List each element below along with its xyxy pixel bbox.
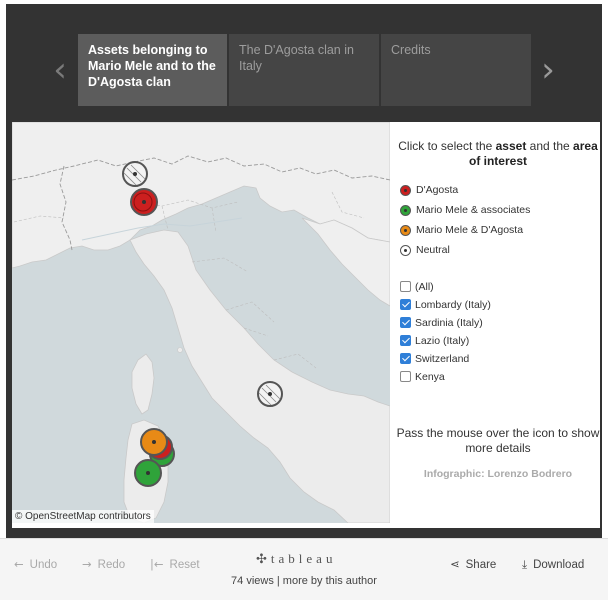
- filter-label: Switzerland: [415, 353, 470, 365]
- instruction-text-mid: and the: [526, 139, 574, 153]
- legend-panel: Click to select the asset and the area o…: [396, 122, 600, 523]
- filter-label: Lazio (Italy): [415, 335, 470, 347]
- reset-icon: |←: [150, 557, 164, 571]
- dashboard: © OpenStreetMap contributors Click to se…: [12, 122, 600, 528]
- chevron-left-icon[interactable]: ‹: [50, 52, 70, 88]
- share-icon: ⋖: [450, 557, 460, 571]
- filter-label: Kenya: [415, 371, 445, 383]
- legend-label: Mario Mele & D'Agosta: [416, 224, 524, 236]
- instruction-text: Click to select the: [398, 139, 496, 153]
- story-navigator: ‹ Assets belonging to Mario Mele and to …: [6, 34, 602, 106]
- map-attribution[interactable]: © OpenStreetMap contributors: [12, 510, 154, 523]
- reset-label: Reset: [169, 559, 200, 571]
- filter-item-lazio[interactable]: Lazio (Italy): [396, 334, 596, 350]
- filter-label: Lombardy (Italy): [415, 299, 491, 311]
- filter-item-sardinia[interactable]: Sardinia (Italy): [396, 316, 596, 332]
- legend-label: D'Agosta: [416, 184, 459, 196]
- legend-item-dagosta[interactable]: D'Agosta: [396, 183, 596, 199]
- instruction-asset: asset: [495, 139, 527, 153]
- checkbox[interactable]: [400, 299, 411, 310]
- neutral-dot-icon: [400, 245, 411, 256]
- reset-button[interactable]: |← Reset: [150, 557, 200, 573]
- undo-arrow-icon: ←: [14, 557, 24, 571]
- marker-dagosta-lombardy[interactable]: [130, 188, 158, 216]
- story-frame: ‹ Assets belonging to Mario Mele and to …: [6, 4, 602, 538]
- viz-toolbar: ← Undo → Redo |← Reset ✣ tableau 74 views | …: [0, 538, 608, 600]
- legend-item-mele-dagosta[interactable]: Mario Mele & D'Agosta: [396, 223, 596, 239]
- views-link[interactable]: 74 views | more by this author: [0, 575, 608, 587]
- filter-label: Sardinia (Italy): [415, 317, 483, 329]
- legend-label: Neutral: [416, 244, 450, 256]
- download-label: Download: [533, 559, 585, 571]
- orange-dot-icon: [400, 225, 411, 236]
- select-instruction: Click to select the asset and the area o…: [396, 139, 600, 169]
- story-tab-credits[interactable]: Credits: [381, 34, 531, 106]
- marker-mele-dagosta-sardinia[interactable]: [140, 428, 168, 456]
- marker-neutral-lazio[interactable]: [257, 381, 283, 407]
- filter-item-all[interactable]: (All): [396, 280, 596, 296]
- checkbox[interactable]: [400, 335, 411, 346]
- filter-item-kenya[interactable]: Kenya: [396, 370, 596, 386]
- legend-item-neutral[interactable]: Neutral: [396, 243, 596, 259]
- story-tab-assets[interactable]: Assets belonging to Mario Mele and to th…: [78, 34, 227, 106]
- map-canvas: [12, 122, 390, 523]
- red-dot-icon: [400, 185, 411, 196]
- redo-button[interactable]: → Redo: [82, 557, 125, 573]
- checkbox[interactable]: [400, 353, 411, 364]
- green-dot-icon: [400, 205, 411, 216]
- tableau-logo[interactable]: ✣ tableau: [256, 551, 336, 567]
- checkbox[interactable]: [400, 371, 411, 382]
- island-elba: [177, 347, 183, 353]
- story-tab-dagosta-clan[interactable]: The D'Agosta clan in Italy: [229, 34, 379, 106]
- brand-label: tableau: [270, 551, 337, 566]
- undo-label: Undo: [29, 559, 58, 571]
- filter-item-lombardy[interactable]: Lombardy (Italy): [396, 298, 596, 314]
- legend-label: Mario Mele & associates: [416, 204, 531, 216]
- infographic-credit: Infographic: Lorenzo Bodrero: [423, 468, 573, 480]
- marker-green-sardinia-south[interactable]: [134, 459, 162, 487]
- share-label: Share: [465, 559, 497, 571]
- download-icon: ⤓: [522, 557, 528, 571]
- hover-instruction: Pass the mouse over the icon to show mor…: [396, 426, 600, 455]
- legend-item-mele-associates[interactable]: Mario Mele & associates: [396, 203, 596, 219]
- checkbox[interactable]: [400, 317, 411, 328]
- download-button[interactable]: ⤓ Download: [522, 557, 584, 573]
- chevron-right-icon[interactable]: ›: [538, 52, 558, 88]
- share-button[interactable]: ⋖ Share: [450, 557, 496, 573]
- redo-label: Redo: [97, 559, 126, 571]
- filter-item-switzerland[interactable]: Switzerland: [396, 352, 596, 368]
- undo-button[interactable]: ← Undo: [14, 557, 57, 573]
- filter-label: (All): [415, 281, 434, 293]
- tableau-logo-icon: ✣: [256, 552, 267, 567]
- redo-arrow-icon: →: [82, 557, 92, 571]
- marker-neutral-switzerland[interactable]: [122, 161, 148, 187]
- checkbox[interactable]: [400, 281, 411, 292]
- map-view[interactable]: © OpenStreetMap contributors: [12, 122, 390, 523]
